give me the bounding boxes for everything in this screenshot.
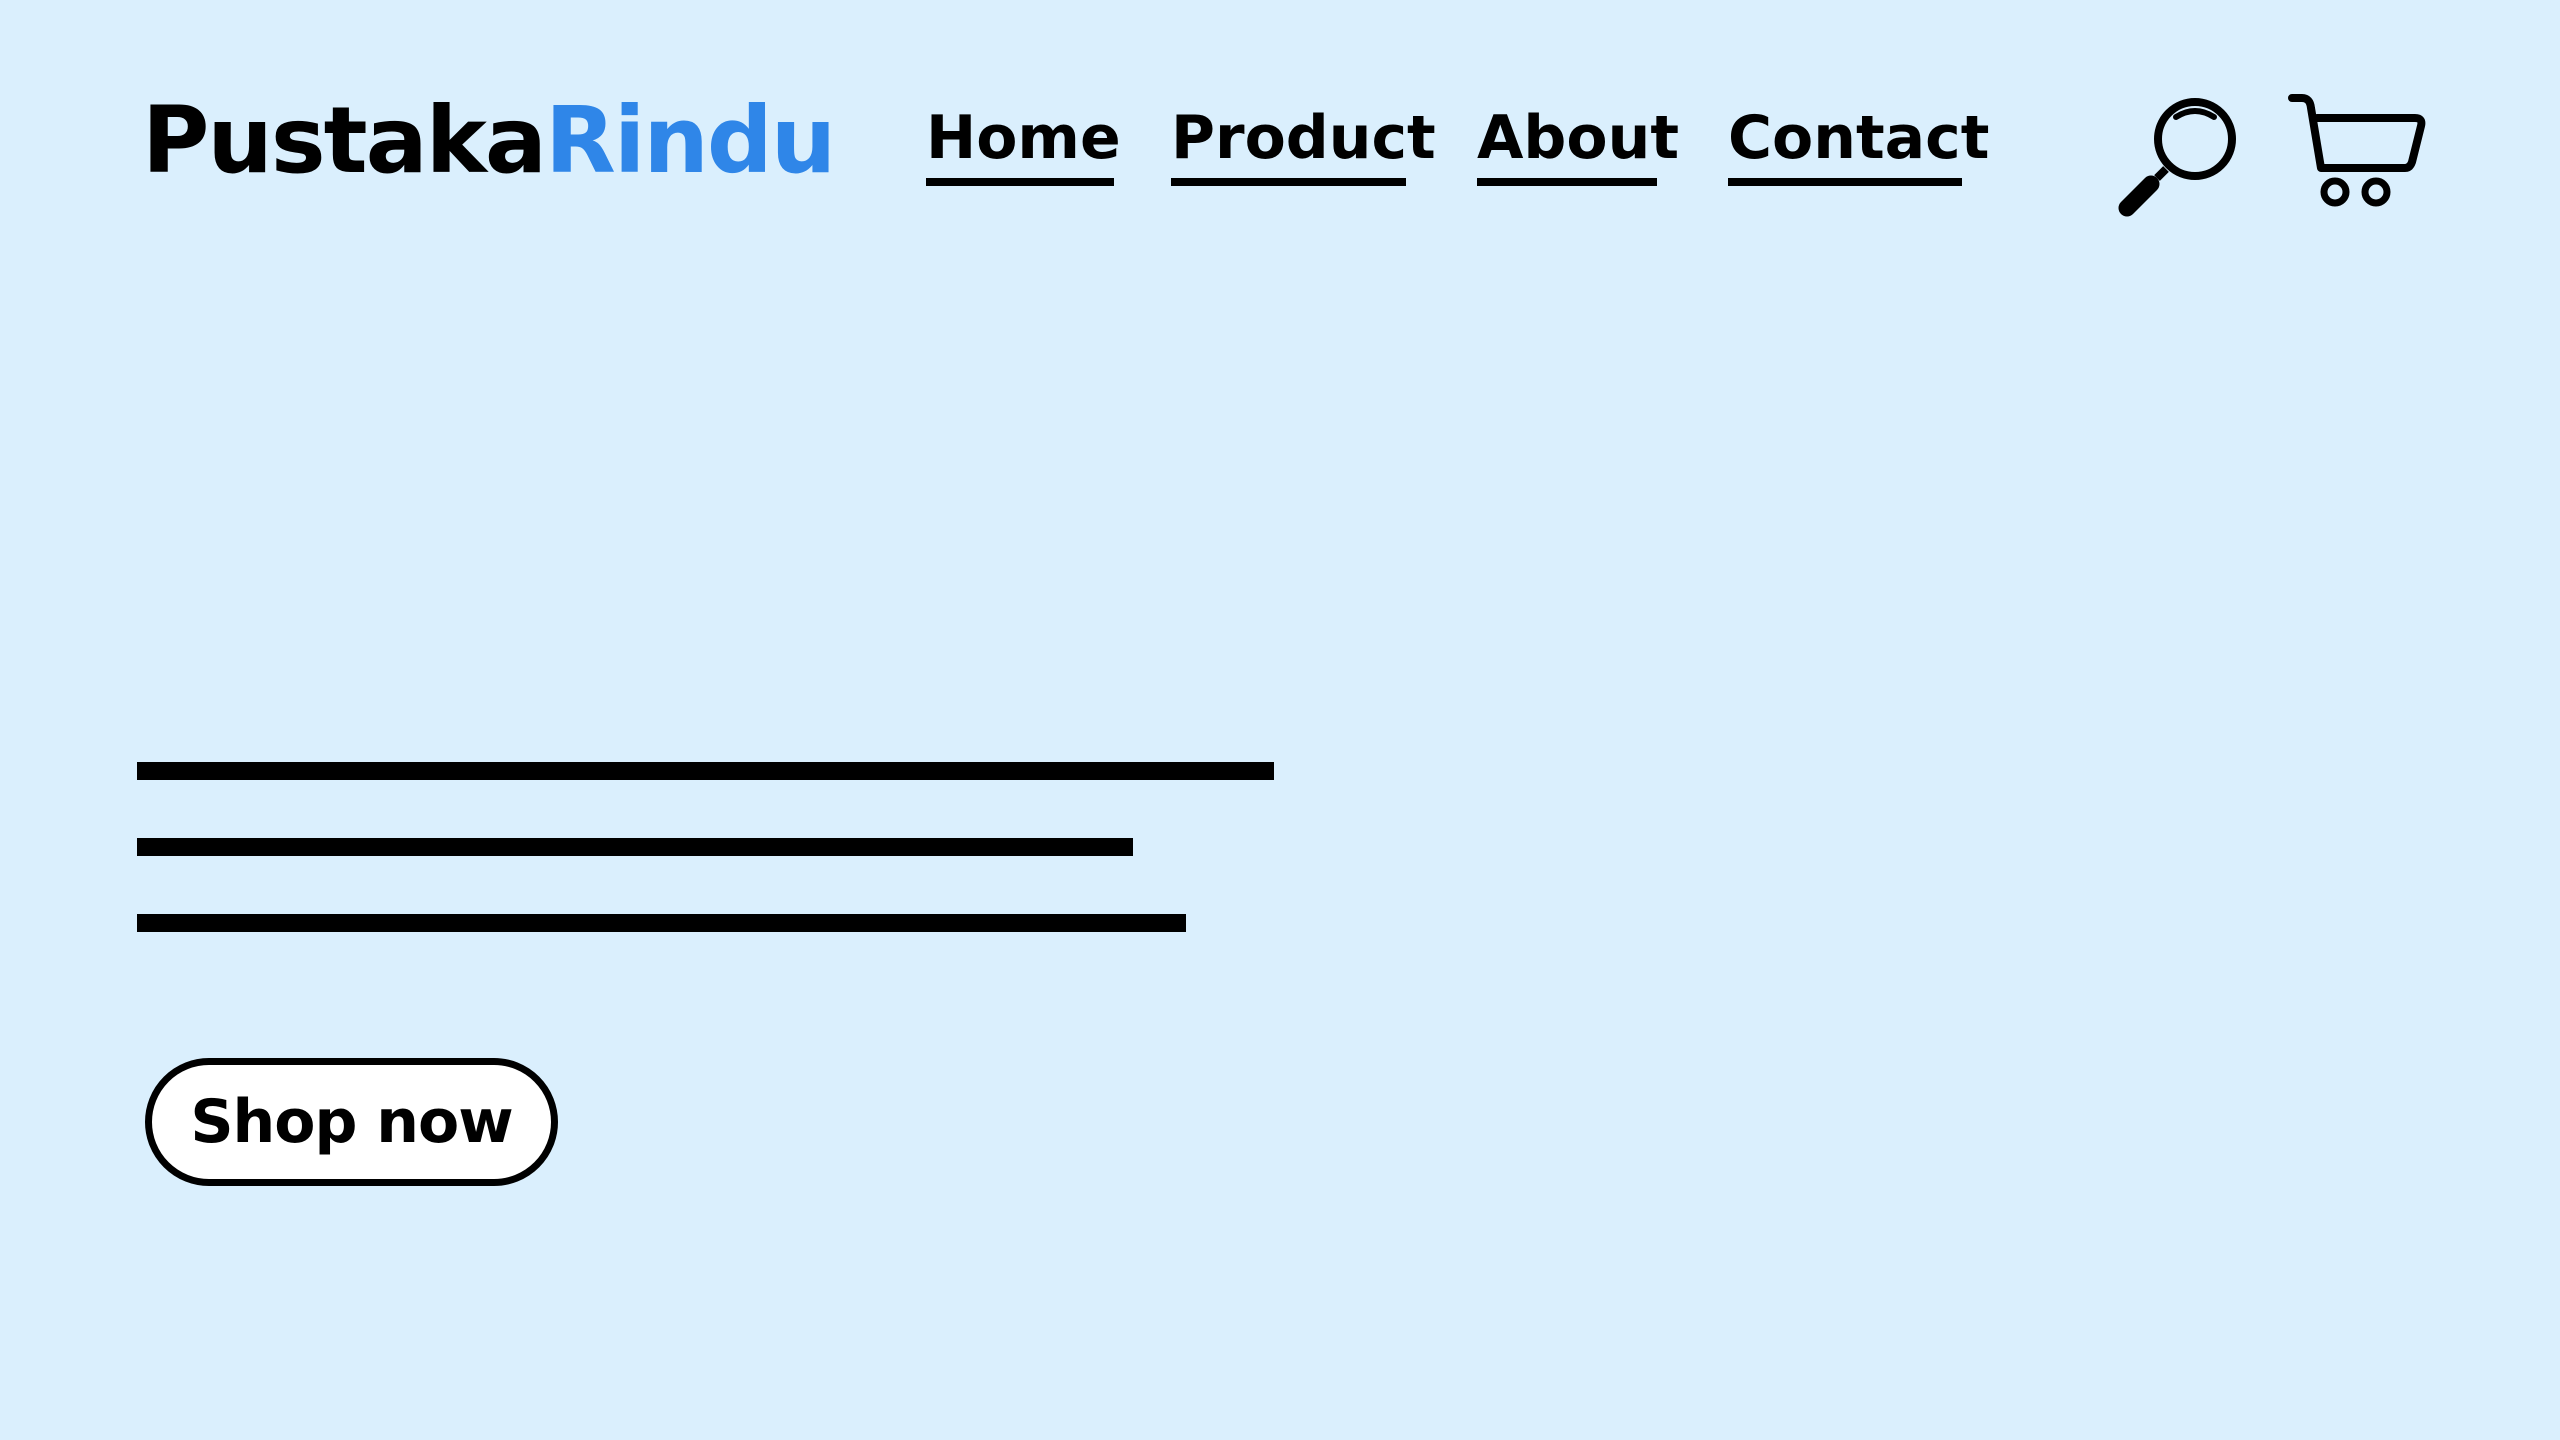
nav-link-product[interactable]: Product — [1171, 98, 1436, 186]
shop-now-button[interactable]: Shop now — [145, 1058, 558, 1186]
brand-name-primary: Pustaka — [142, 87, 547, 194]
nav-link-contact[interactable]: Contact — [1728, 98, 1989, 186]
brand-name-accent: Rindu — [545, 87, 836, 194]
brand-logo[interactable]: PustakaRindu — [142, 86, 836, 196]
search-button[interactable] — [2110, 90, 2250, 220]
headline-placeholder-line — [137, 914, 1186, 932]
nav-link-about[interactable]: About — [1477, 98, 1679, 186]
cart-icon — [2288, 94, 2426, 207]
search-icon — [2118, 98, 2236, 217]
headline-placeholder-line — [137, 762, 1274, 780]
nav-link-home[interactable]: Home — [926, 98, 1121, 186]
cart-button[interactable] — [2280, 88, 2430, 218]
headline-placeholder-line — [137, 838, 1133, 856]
